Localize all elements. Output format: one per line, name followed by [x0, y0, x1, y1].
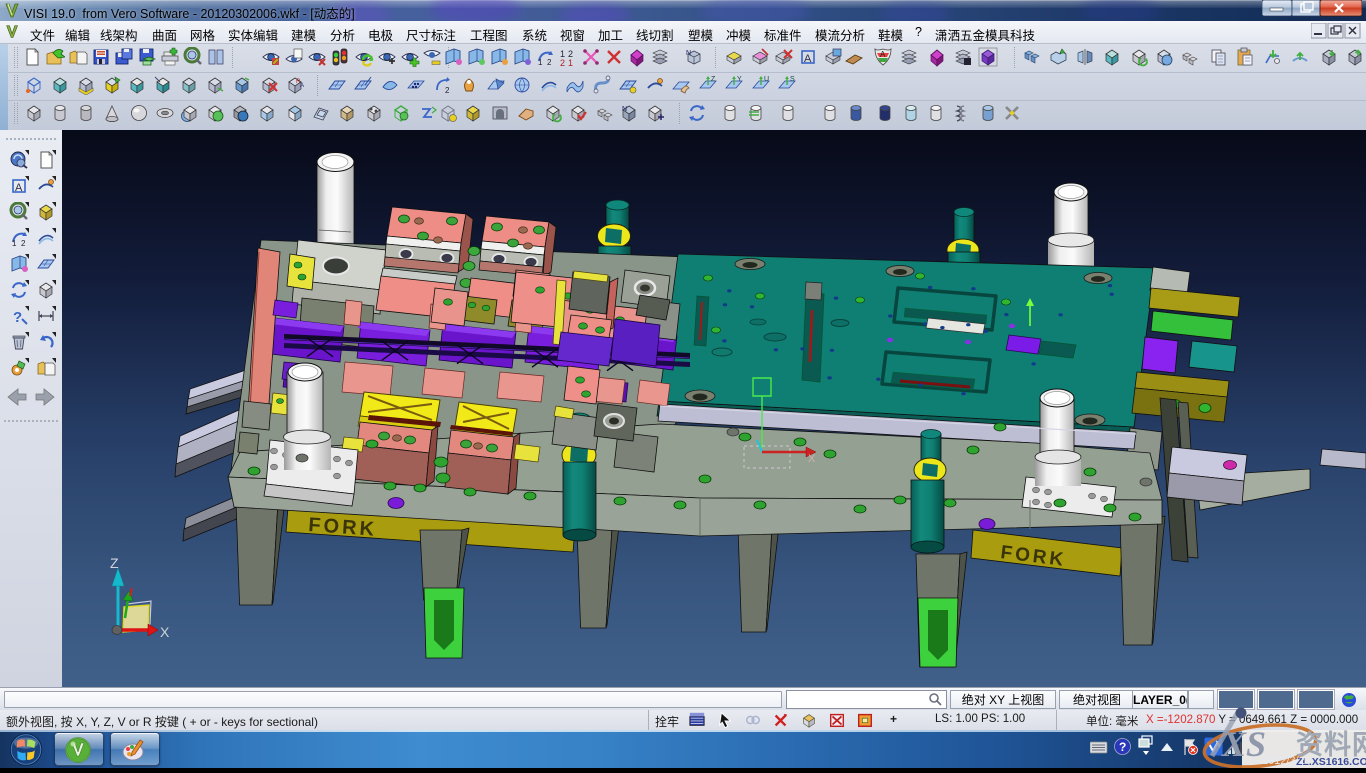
svg-text:A: A — [300, 83, 304, 89]
svg-text:1: 1 — [538, 58, 543, 67]
svg-text:1: 1 — [12, 239, 17, 248]
svg-text:2: 2 — [445, 86, 450, 95]
svg-text:N: N — [622, 106, 627, 113]
svg-text:U: U — [764, 76, 769, 83]
svg-text:2: 2 — [560, 58, 565, 67]
svg-text:Z: Z — [110, 555, 119, 571]
svg-text:X: X — [808, 453, 816, 465]
svg-text:?: ? — [13, 309, 22, 326]
svg-text:Y: Y — [737, 76, 742, 83]
svg-text:2: 2 — [21, 239, 26, 248]
svg-text:X: X — [160, 624, 170, 640]
svg-text:ZL.XS1616.COM: ZL.XS1616.COM — [1296, 756, 1366, 768]
svg-text:?: ? — [1119, 740, 1126, 754]
svg-text:A: A — [15, 182, 23, 194]
svg-text:Z: Z — [711, 76, 716, 83]
svg-text:2012/3/2: 2012/3/2 — [1262, 755, 1305, 767]
svg-text:1: 1 — [568, 58, 573, 67]
svg-text:S: S — [790, 76, 795, 83]
svg-text:A: A — [880, 50, 886, 59]
svg-text:2: 2 — [547, 58, 552, 67]
svg-text:A: A — [804, 53, 812, 65]
svg-text:XS: XS — [1221, 724, 1266, 764]
svg-text:N: N — [686, 50, 691, 57]
